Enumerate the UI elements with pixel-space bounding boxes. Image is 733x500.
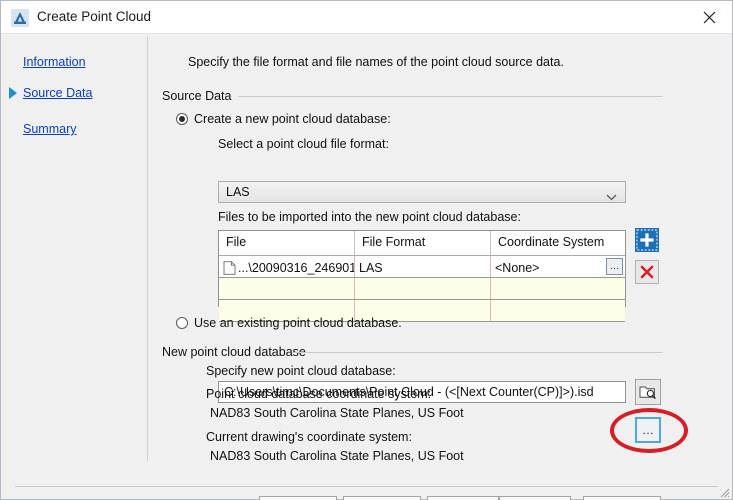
cancel-button[interactable]: Cancel [499, 496, 571, 500]
title-bar: Create Point Cloud [1, 1, 732, 34]
format-selected-value: LAS [226, 185, 250, 199]
close-icon[interactable] [687, 1, 732, 33]
back-button[interactable]: Back [259, 496, 337, 500]
source-data-group-line [238, 96, 662, 97]
cell-file-format[interactable]: LAS [355, 256, 491, 277]
radio-indicator-existing [176, 317, 188, 329]
dialog-body: Information Source Data Summary Specify … [1, 34, 732, 500]
format-label: Select a point cloud file format: [218, 137, 389, 151]
cell-coordinate-system[interactable]: <None> … [491, 256, 625, 277]
files-to-import-label: Files to be imported into the new point … [218, 210, 521, 224]
ellipsis-icon: … [609, 260, 620, 272]
sidebar-item-information[interactable]: Information [23, 55, 86, 69]
new-database-group-title: New point cloud database [162, 345, 312, 359]
radio-use-existing-database[interactable]: Use an existing point cloud database. [176, 316, 402, 330]
database-coordinate-system-picker-button[interactable]: … [635, 417, 661, 443]
finish-button[interactable]: Finish [427, 496, 499, 500]
active-step-marker-icon [9, 87, 17, 99]
footer-separator [15, 486, 718, 487]
table-row[interactable]: ...\20090316_246901.l LAS <None> … [219, 256, 625, 278]
delete-file-button[interactable] [635, 260, 659, 284]
resize-grip-icon[interactable] [718, 486, 730, 498]
files-table: File File Format Coordinate System ...\2… [218, 230, 626, 322]
cell-file-text: ...\20090316_246901.l [238, 260, 355, 275]
ellipsis-icon: … [642, 422, 654, 437]
cell-file[interactable]: ...\20090316_246901.l [219, 256, 355, 277]
radio-indicator-new [176, 113, 188, 125]
coordinate-system-picker-button[interactable]: … [606, 258, 623, 275]
radio-create-new-database[interactable]: Create a new point cloud database: [176, 112, 391, 126]
help-button[interactable]: Help [583, 496, 661, 500]
browse-database-button[interactable] [635, 379, 661, 405]
source-data-group-title: Source Data [162, 89, 238, 103]
new-database-group-line [292, 352, 662, 353]
db-coordinate-system-label: Point cloud database coordinate system: [206, 387, 432, 401]
db-coordinate-system-value: NAD83 South Carolina State Planes, US Fo… [210, 406, 464, 420]
sidebar-item-summary[interactable]: Summary [23, 122, 76, 136]
next-button[interactable]: Next [343, 496, 421, 500]
folder-search-icon [639, 386, 656, 400]
radio-label-new: Create a new point cloud database: [194, 112, 391, 126]
cell-empty-format[interactable] [355, 278, 491, 299]
point-cloud-format-select[interactable]: LAS [218, 181, 626, 203]
drawing-coordinate-system-label: Current drawing's coordinate system: [206, 430, 412, 444]
add-file-button[interactable] [635, 228, 659, 252]
wizard-steps-sidebar: Information Source Data Summary [1, 34, 147, 499]
autodesk-a-icon [11, 9, 29, 27]
radio-label-existing: Use an existing point cloud database. [194, 316, 402, 330]
sidebar-item-source-data[interactable]: Source Data [23, 86, 92, 100]
column-header-file: File [219, 231, 355, 255]
drawing-coordinate-system-value: NAD83 South Carolina State Planes, US Fo… [210, 449, 464, 463]
table-header-row: File File Format Coordinate System [219, 231, 625, 256]
instruction-text: Specify the file format and file names o… [188, 55, 564, 69]
chevron-down-icon [606, 190, 617, 204]
cell-empty-coordinate-system[interactable] [491, 300, 625, 321]
file-icon [223, 260, 236, 275]
table-row-empty[interactable] [219, 278, 625, 300]
column-header-file-format: File Format [355, 231, 491, 255]
cell-coordinate-system-text: <None> [495, 260, 540, 275]
specify-path-label: Specify new point cloud database: [206, 364, 396, 378]
create-point-cloud-dialog: Create Point Cloud Information Source Da… [0, 0, 733, 500]
delete-x-icon [640, 265, 654, 279]
window-title: Create Point Cloud [37, 9, 152, 24]
cell-empty-coordinate-system[interactable] [491, 278, 625, 299]
main-panel: Specify the file format and file names o… [148, 34, 732, 499]
column-header-coordinate-system: Coordinate System [498, 235, 605, 249]
cell-empty-file[interactable] [219, 278, 355, 299]
